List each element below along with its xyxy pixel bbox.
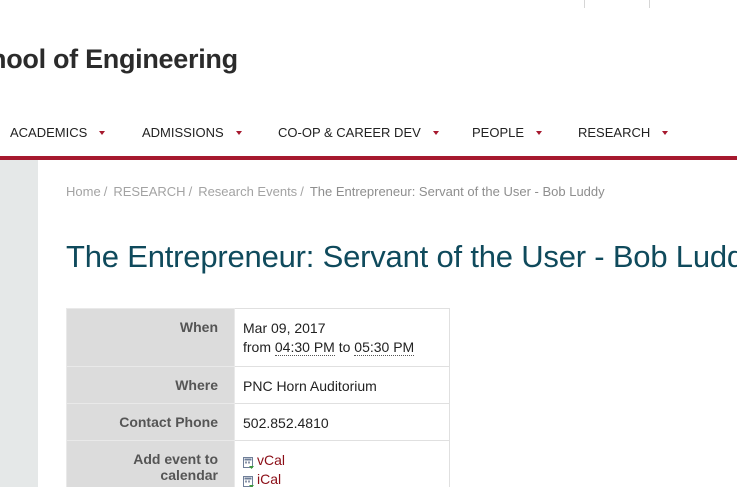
contact-phone-value: 502.852.4810 [234,403,450,441]
nav-item-label: RESEARCH [578,124,651,140]
nav-item-research[interactable]: RESEARCH [578,111,669,153]
table-row-when: When Mar 09, 2017 from 04:30 PM to 05:30… [66,308,450,367]
where-label: Where [66,366,235,404]
calendar-file-icon [243,455,255,469]
nav-item-label: CO-OP & CAREER DEV [278,124,421,140]
event-date: Mar 09, 2017 [243,320,326,336]
nav-item-admissions[interactable]: ADMISSIONS [142,111,242,153]
vcal-link[interactable]: vCal [243,451,441,470]
nav-item-academics[interactable]: ACADEMICS [10,111,106,153]
breadcrumb-home[interactable]: Home [66,184,101,199]
utility-divider [584,0,585,8]
breadcrumb-research-events[interactable]: Research Events [198,184,297,199]
nav-item-coop-career[interactable]: CO-OP & CAREER DEV [278,111,439,153]
calendar-links: vCal iCal [234,440,450,487]
nav-item-label: ACADEMICS [10,124,88,140]
event-details-table: When Mar 09, 2017 from 04:30 PM to 05:30… [66,308,450,487]
nav-item-label: PEOPLE [472,124,525,140]
breadcrumb: Home / RESEARCH / Research Events / The Entrep… [66,184,605,199]
caret-down-icon [536,131,543,135]
when-label: When [66,308,235,367]
utility-divider [649,0,650,8]
when-value: Mar 09, 2017 from 04:30 PM to 05:30 PM [234,308,450,367]
breadcrumb-separator: / [188,184,193,199]
table-row-where: Where PNC Horn Auditorium [66,366,450,404]
caret-down-icon [99,131,106,135]
add-to-calendar-label: Add event to calendar [66,440,235,487]
end-time: 05:30 PM [354,339,415,356]
breadcrumb-research[interactable]: RESEARCH [113,184,185,199]
page: hool of Engineering ACADEMICS ADMISSIONS… [0,0,737,487]
table-row-phone: Contact Phone 502.852.4810 [66,403,450,441]
ical-link[interactable]: iCal [243,470,441,487]
breadcrumb-current: The Entrepreneur: Servant of the User - … [309,184,605,199]
caret-down-icon [432,131,439,135]
to-word: to [338,339,351,355]
nav-item-people[interactable]: PEOPLE [472,111,543,153]
utility-bar [0,0,737,10]
breadcrumb-separator: / [103,184,108,199]
caret-down-icon [235,131,242,135]
from-word: from [243,339,271,355]
calendar-file-icon [243,474,255,487]
main-nav: ACADEMICS ADMISSIONS CO-OP & CAREER DEV … [0,111,737,153]
breadcrumb-separator: / [300,184,304,199]
event-time-range: from 04:30 PM to 05:30 PM [243,338,441,357]
caret-down-icon [662,131,669,135]
ical-label: iCal [257,471,282,487]
table-row-calendar: Add event to calendar vCal iCal [66,440,450,487]
contact-phone-label: Contact Phone [66,403,235,441]
location-value: PNC Horn Auditorium [234,366,450,404]
page-title: The Entrepreneur: Servant of the User - … [66,239,737,274]
nav-item-label: ADMISSIONS [142,124,224,140]
site-title[interactable]: hool of Engineering [0,44,238,75]
start-time: 04:30 PM [274,339,335,356]
vcal-label: vCal [257,452,286,468]
